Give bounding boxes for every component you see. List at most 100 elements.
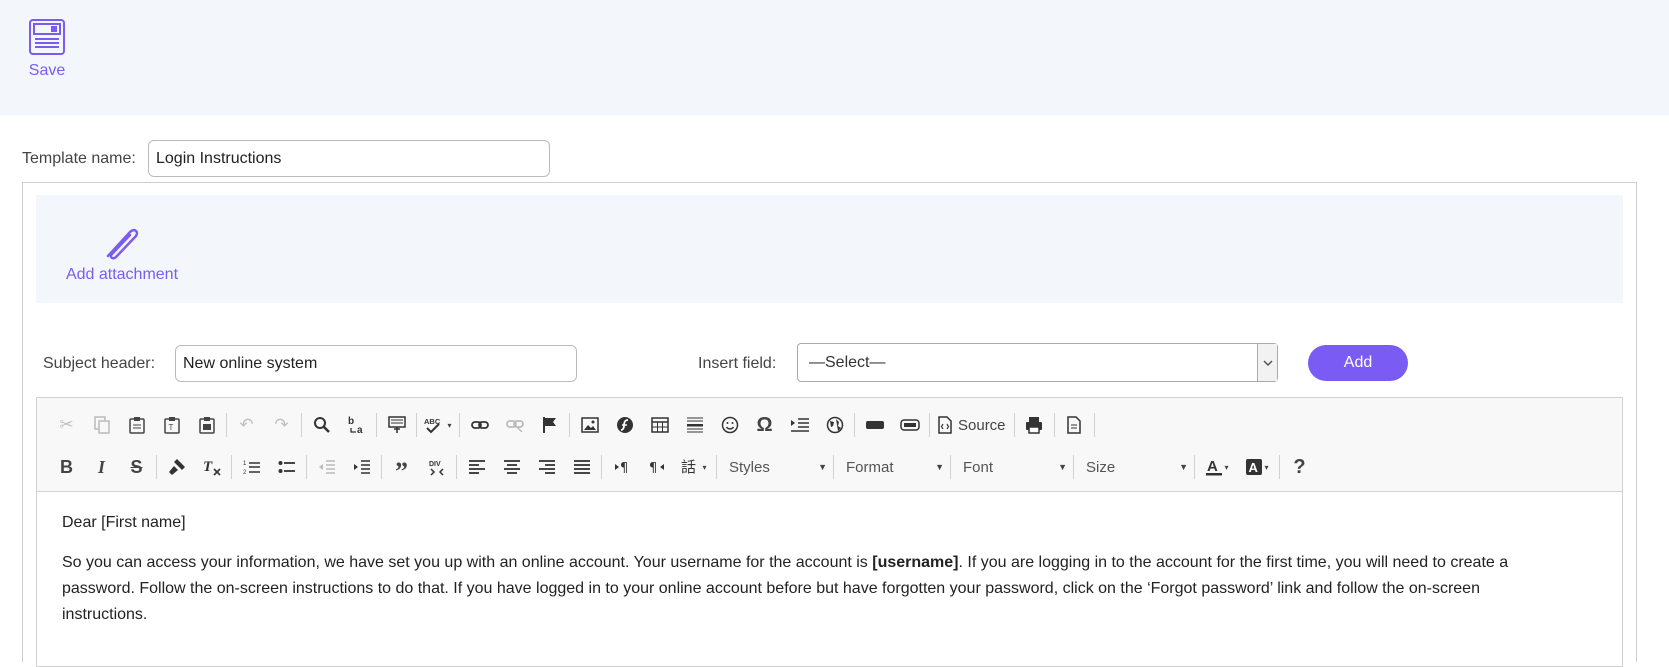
attachment-panel [36, 195, 1623, 303]
strikethrough-icon[interactable]: S [119, 451, 154, 483]
format-caret-icon: ▼ [935, 462, 944, 472]
insert-field-select[interactable]: —Select— [797, 343, 1278, 382]
help-icon[interactable]: ? [1282, 451, 1317, 483]
toolbar-separator [1053, 413, 1055, 437]
format-dropdown[interactable]: Format ▼ [836, 452, 948, 482]
copy-icon[interactable] [84, 409, 119, 441]
insert-field-selected: —Select— [809, 354, 886, 371]
justify-icon[interactable] [564, 451, 599, 483]
toolbar-separator [854, 413, 855, 437]
toolbar-separator [416, 413, 417, 437]
text-direction-ltr-icon[interactable]: ¶ [604, 451, 639, 483]
body-paragraph: So you can access your information, we h… [62, 550, 1522, 628]
source-button[interactable]: Source [932, 409, 1012, 441]
align-center-icon[interactable] [494, 451, 529, 483]
unlink-icon[interactable] [497, 409, 532, 441]
undo-icon[interactable]: ↶ [229, 409, 264, 441]
toolbar-separator [1279, 455, 1280, 479]
cut-icon[interactable]: ✂ [49, 409, 84, 441]
source-icon [938, 416, 952, 434]
bulleted-list-icon[interactable] [269, 451, 304, 483]
create-div-icon[interactable]: DIV [419, 451, 454, 483]
toolbar-separator [1093, 413, 1095, 437]
toolbar-separator [601, 455, 602, 479]
format-label: Format [846, 458, 894, 476]
toolbar-separator [1013, 413, 1015, 437]
numbered-list-icon[interactable]: 12 [234, 451, 269, 483]
top-action-bar [0, 0, 1669, 115]
font-caret-icon: ▼ [1058, 462, 1067, 472]
size-caret-icon: ▼ [1179, 462, 1188, 472]
toolbar-separator [456, 455, 457, 479]
toolbar-separator [1073, 455, 1074, 479]
template-name-label: Template name: [22, 150, 136, 167]
svg-text:A: A [1249, 460, 1259, 475]
toolbar-separator [156, 455, 157, 479]
horizontal-line-icon[interactable] [677, 409, 712, 441]
svg-text:T: T [203, 459, 213, 475]
save-icon [29, 19, 65, 55]
toolbar-row-1: ✂ T ↶ ↷ ba ABC ▾ Ω Source [49, 407, 1097, 443]
templates-icon[interactable] [1057, 409, 1092, 441]
chevron-down-icon[interactable] [1257, 344, 1277, 381]
toolbar-separator [929, 413, 930, 437]
paste-text-icon[interactable]: T [154, 409, 189, 441]
bold-icon[interactable]: B [49, 451, 84, 483]
svg-text:a: a [357, 425, 363, 435]
save-button[interactable]: Save [22, 18, 72, 88]
language-icon[interactable]: 話 ▾ [674, 451, 714, 483]
subject-header-input[interactable] [175, 345, 577, 382]
toolbar-separator [459, 413, 460, 437]
editor-content-area[interactable]: Dear [First name] So you can access your… [62, 510, 1522, 642]
insert-field-label: Insert field: [698, 355, 777, 372]
styles-label: Styles [729, 458, 770, 476]
styles-dropdown[interactable]: Styles ▼ [719, 452, 831, 482]
save-label: Save [28, 62, 66, 79]
spellcheck-icon[interactable]: ABC ▾ [419, 409, 457, 441]
flash-icon[interactable] [607, 409, 642, 441]
copy-format-brush-icon[interactable] [159, 451, 194, 483]
remove-format-icon[interactable]: T [194, 451, 229, 483]
input-field-icon[interactable] [857, 409, 892, 441]
size-dropdown[interactable]: Size ▼ [1076, 452, 1192, 482]
blockquote-icon[interactable]: ” [384, 451, 419, 486]
template-name-input[interactable] [148, 140, 550, 177]
styles-caret-icon: ▼ [818, 462, 827, 472]
align-right-icon[interactable] [529, 451, 564, 483]
background-color-caret-icon: ▾ [1264, 462, 1269, 472]
special-char-icon[interactable]: Ω [747, 409, 782, 441]
print-icon[interactable] [1017, 409, 1052, 441]
image-icon[interactable] [572, 409, 607, 441]
background-color-icon[interactable]: A ▾ [1237, 451, 1277, 483]
increase-indent-icon[interactable] [344, 451, 379, 483]
text-color-icon[interactable]: A ▾ [1197, 451, 1237, 483]
language-caret-icon: ▾ [702, 462, 707, 472]
link-icon[interactable] [462, 409, 497, 441]
svg-text:DIV: DIV [429, 461, 441, 468]
iframe-globe-icon[interactable] [817, 409, 852, 441]
toolbar-row-2: B I S T 12 ” DIV ¶ ¶ 話 ▾ Styles ▼ Format… [49, 449, 1317, 486]
paste-word-icon[interactable] [189, 409, 224, 441]
page-break-icon[interactable] [782, 409, 817, 441]
align-left-icon[interactable] [459, 451, 494, 483]
toolbar-separator [1194, 455, 1195, 479]
add-field-button[interactable]: Add [1308, 345, 1408, 381]
svg-text:話: 話 [681, 458, 696, 476]
italic-icon[interactable]: I [84, 451, 119, 483]
text-direction-rtl-icon[interactable]: ¶ [639, 451, 674, 483]
find-icon[interactable] [304, 409, 339, 441]
anchor-flag-icon[interactable] [532, 409, 567, 441]
paste-icon[interactable] [119, 409, 154, 441]
table-icon[interactable] [642, 409, 677, 441]
decrease-indent-icon[interactable] [309, 451, 344, 483]
replace-icon[interactable]: ba [339, 409, 374, 441]
select-all-icon[interactable] [379, 409, 414, 441]
font-dropdown[interactable]: Font ▼ [953, 452, 1071, 482]
smiley-icon[interactable] [712, 409, 747, 441]
svg-text:T: T [168, 423, 173, 432]
button-field-icon[interactable] [892, 409, 927, 441]
toolbar-separator [231, 455, 232, 479]
toolbar-separator [569, 413, 570, 437]
add-attachment-button[interactable]: Add attachment [60, 222, 184, 292]
redo-icon[interactable]: ↷ [264, 409, 299, 441]
